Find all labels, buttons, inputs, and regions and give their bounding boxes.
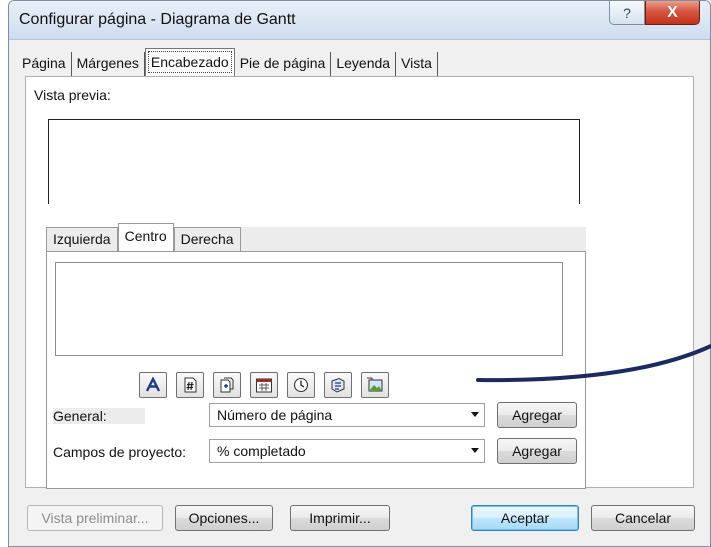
help-button[interactable]: ? [609, 1, 645, 25]
add-project-field-button[interactable]: Agregar [497, 438, 577, 464]
alignment-tab-body: General: Número de página Agregar Campos… [46, 251, 586, 489]
close-icon: X [667, 3, 678, 21]
tab-vista[interactable]: Vista [396, 52, 438, 76]
page-setup-dialog: Configurar página - Diagrama de Gantt ? … [8, 0, 711, 547]
insert-total-pages-icon[interactable] [213, 372, 241, 398]
preview-label: Vista previa: [34, 87, 111, 103]
print-button[interactable]: Imprimir... [290, 505, 390, 531]
insert-picture-icon[interactable] [361, 372, 389, 398]
title-bar: Configurar página - Diagrama de Gantt ? … [9, 1, 710, 40]
alignment-tabs: Izquierda Centro Derecha [46, 223, 241, 251]
insert-file-name-icon[interactable] [324, 372, 352, 398]
cancel-button[interactable]: Cancelar [591, 505, 695, 531]
tab-pagina[interactable]: Página [17, 52, 72, 76]
header-text-area[interactable] [55, 262, 563, 356]
project-fields-select-value: % completado [217, 443, 306, 459]
project-fields-row: Campos de proyecto: % completado Agregar [47, 438, 585, 464]
tab-derecha[interactable]: Derecha [173, 227, 241, 251]
general-select-value: Número de página [217, 407, 333, 423]
help-icon: ? [623, 4, 631, 21]
header-toolbar [139, 372, 389, 398]
options-button[interactable]: Opciones... [175, 505, 273, 531]
print-preview-button[interactable]: Vista preliminar... [27, 505, 163, 531]
dialog-client-area: Página Márgenes Encabezado Pie de página… [9, 40, 710, 546]
insert-current-date-icon[interactable] [250, 372, 278, 398]
general-select[interactable]: Número de página [209, 403, 485, 427]
general-row: General: Número de página Agregar [47, 402, 585, 428]
project-fields-label: Campos de proyecto: [53, 444, 187, 460]
close-button[interactable]: X [645, 1, 700, 25]
accept-button[interactable]: Aceptar [471, 505, 579, 531]
add-general-button[interactable]: Agregar [497, 402, 577, 428]
tab-margenes[interactable]: Márgenes [72, 52, 145, 76]
chevron-down-icon [471, 412, 479, 417]
page-setup-tabs: Página Márgenes Encabezado Pie de página… [17, 48, 438, 76]
tab-izquierda[interactable]: Izquierda [46, 227, 118, 251]
alignment-panel: Izquierda Centro Derecha General: Número… [46, 223, 586, 489]
insert-page-number-icon[interactable] [176, 372, 204, 398]
tab-leyenda[interactable]: Leyenda [331, 52, 397, 76]
header-tab-page: Vista previa: Izquierda Centro Derecha G… [25, 76, 694, 489]
insert-current-time-icon[interactable] [287, 372, 315, 398]
chevron-down-icon [471, 448, 479, 453]
project-fields-select[interactable]: % completado [209, 439, 485, 463]
window-title: Configurar página - Diagrama de Gantt [19, 11, 296, 28]
tab-encabezado[interactable]: Encabezado [144, 48, 235, 76]
format-text-font-icon[interactable] [139, 372, 167, 398]
tab-centro[interactable]: Centro [117, 223, 174, 251]
header-preview-box [48, 119, 580, 204]
tab-pie-de-pagina[interactable]: Pie de página [235, 52, 332, 76]
general-label: General: [53, 408, 145, 424]
